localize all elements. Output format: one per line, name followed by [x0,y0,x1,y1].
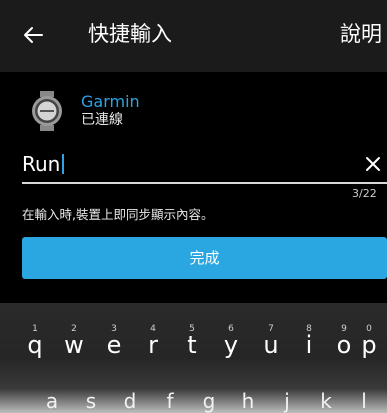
sync-hint: 在輸入時,裝置上即同步顯示內容。 [22,207,214,222]
input-value: Run [22,152,61,176]
help-button[interactable]: 說明 [340,20,382,48]
key-letter: t [187,331,197,359]
key-letter: f [166,389,174,413]
key-letter: l [361,389,367,413]
done-button[interactable]: 完成 [22,237,387,279]
page-title: 快捷輸入 [88,22,172,46]
key-letter: u [263,331,279,359]
quick-input-field[interactable]: Run [22,150,387,180]
key-letter: k [320,389,332,413]
text-caret [62,154,64,174]
input-underline [22,182,387,184]
key-letter: r [148,331,158,359]
key-letter: g [202,389,216,413]
back-arrow-icon[interactable] [22,24,44,46]
device-name: Garmin [81,92,140,111]
key-letter: p [361,331,377,359]
key-letter: s [85,389,97,413]
key-letter: e [106,331,122,359]
key-letter: d [123,389,137,413]
watch-icon [32,91,62,131]
key-letter: i [305,331,313,359]
key-letter: w [64,331,84,359]
key-letter: a [45,389,59,413]
device-status: 已連線 [81,112,123,128]
key-letter: j [284,389,290,413]
keyboard: 1 q 2 w 3 e 4 r 5 t 6 y 7 u 8 i 9 o 0 p … [0,303,387,413]
key-letter: y [223,331,239,359]
key-letter: q [27,331,43,359]
clear-icon[interactable] [365,156,381,172]
key-letter: h [241,389,255,413]
main-content: Garmin 已連線 Run 3/22 在輸入時,裝置上即同步顯示內容。 完成 [0,72,387,303]
char-count: 3/22 [352,187,377,200]
app-bar: 快捷輸入 說明 [0,0,387,72]
